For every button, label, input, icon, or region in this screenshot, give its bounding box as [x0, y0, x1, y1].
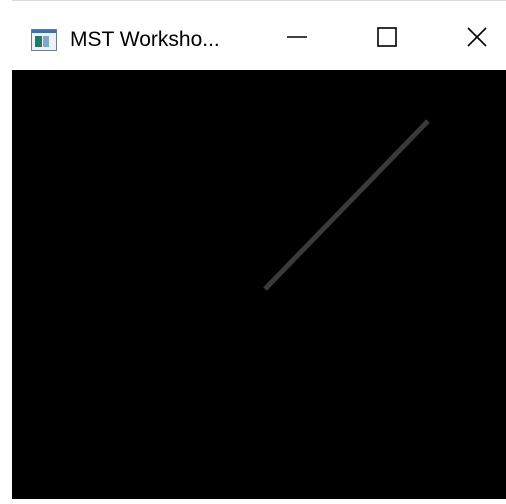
maximize-button[interactable]: [365, 17, 409, 61]
drawn-line-segment: [263, 119, 430, 291]
minimize-icon: [286, 26, 308, 53]
close-icon: [466, 26, 488, 53]
app-window-icon: [31, 29, 57, 51]
minimize-button[interactable]: [275, 17, 319, 61]
close-button[interactable]: [455, 17, 499, 61]
maximize-icon: [376, 26, 398, 53]
window-title: MST Worksho...: [70, 28, 220, 51]
render-canvas[interactable]: [12, 70, 506, 499]
window-left-border: [0, 0, 12, 499]
app-window: MST Worksho...: [0, 0, 506, 499]
title-bar[interactable]: MST Worksho...: [12, 0, 506, 70]
canvas-drawing: [263, 119, 430, 291]
